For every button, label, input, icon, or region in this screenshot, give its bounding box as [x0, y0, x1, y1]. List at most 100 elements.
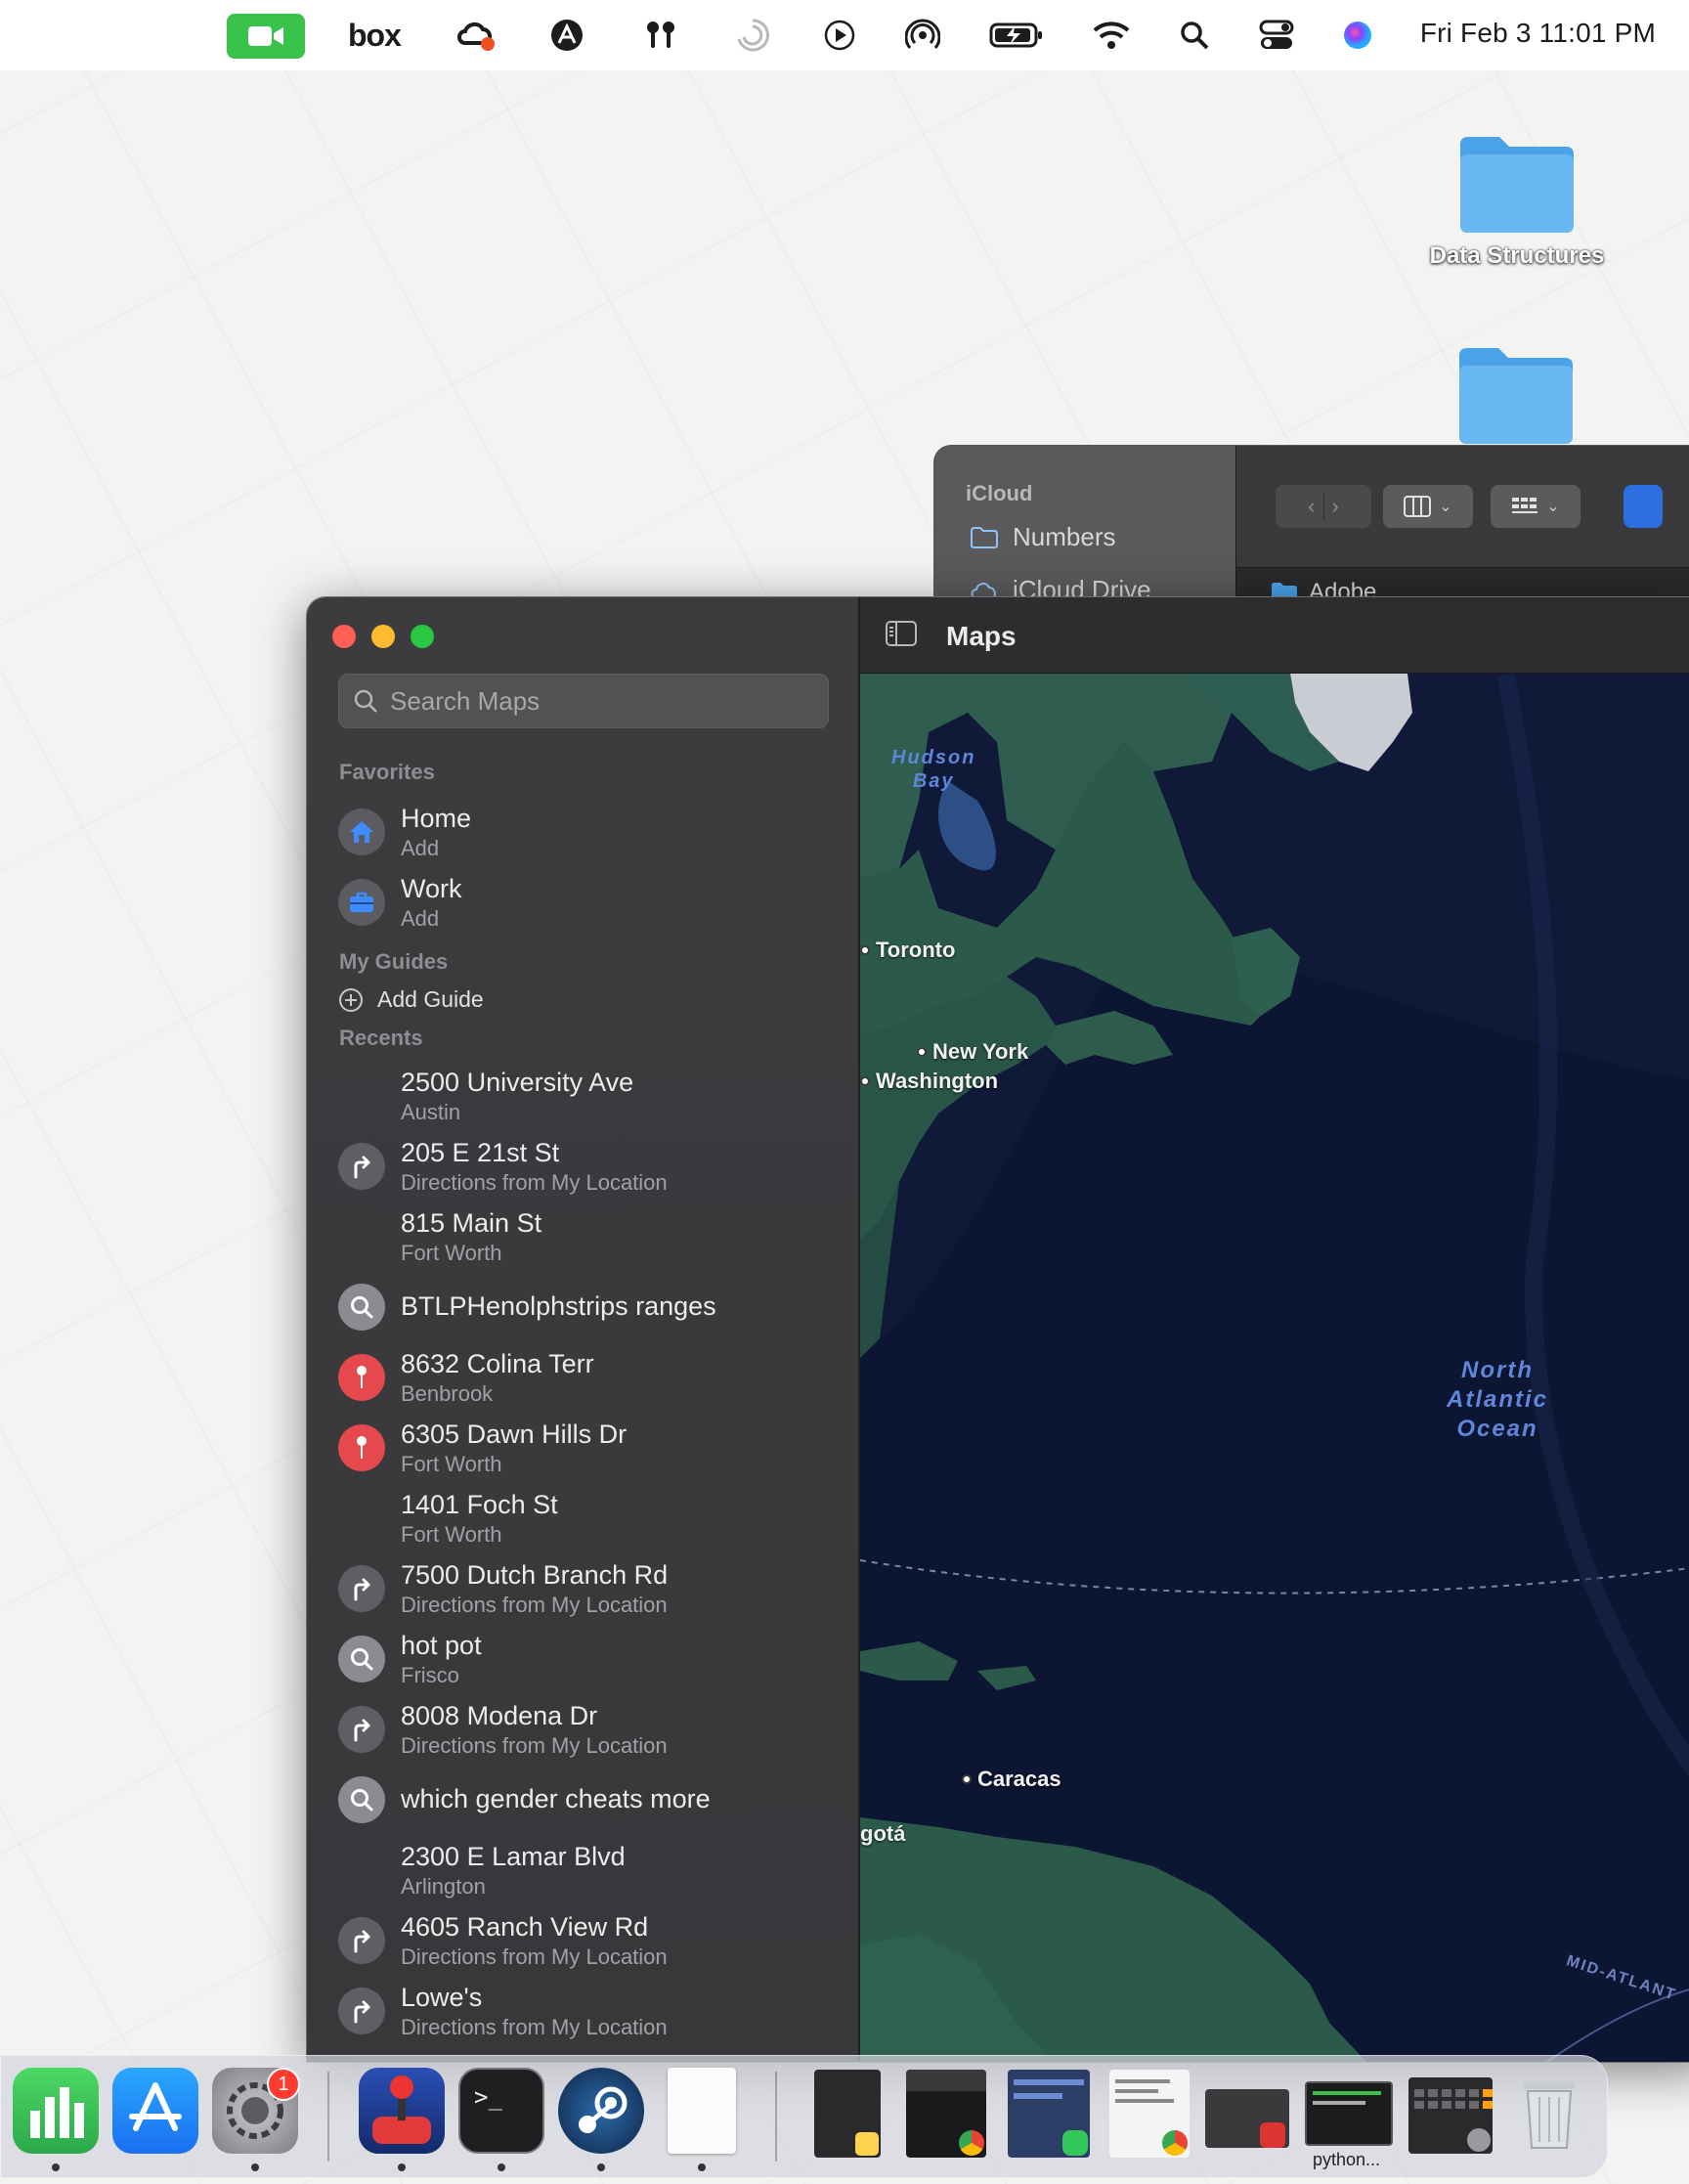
- chrome-icon: [1162, 2130, 1188, 2156]
- search-icon: [354, 689, 377, 713]
- recent-item[interactable]: 1401 Foch St Fort Worth: [307, 1487, 860, 1555]
- facetime-icon[interactable]: [227, 14, 305, 59]
- search-icon: [338, 1284, 385, 1331]
- dock-separator: [775, 2072, 777, 2162]
- columns-icon: [1404, 496, 1432, 517]
- desktop-folder[interactable]: [1408, 342, 1624, 448]
- dock: 1 >_ python...: [0, 2055, 1608, 2178]
- recent-title: 205 E 21st St: [401, 1138, 560, 1167]
- group-button[interactable]: ⌄: [1491, 485, 1581, 528]
- steam-icon[interactable]: [558, 2068, 644, 2154]
- recent-subtitle: Fort Worth: [401, 1241, 502, 1265]
- back-icon[interactable]: ‹: [1308, 494, 1315, 519]
- finder-toolbar-button[interactable]: [1624, 485, 1663, 528]
- recent-item[interactable]: which gender cheats more: [307, 1769, 860, 1837]
- recent-item[interactable]: BTLPHenolphstrips ranges: [307, 1276, 860, 1344]
- chevron-down-icon: ⌄: [1546, 499, 1560, 515]
- recent-item[interactable]: 2500 University Ave Austin: [307, 1065, 860, 1133]
- terminal-icon[interactable]: >_: [458, 2068, 544, 2154]
- directions-icon: [338, 1143, 385, 1190]
- recent-item[interactable]: 7500 Dutch Branch Rd Directions from My L…: [307, 1557, 860, 1626]
- finder-toolbar: ‹ › ⌄ ⌄: [1236, 446, 1689, 568]
- map-city-bogota[interactable]: gotá: [860, 1821, 905, 1847]
- recent-item[interactable]: 8632 Colina Terr Benbrook: [307, 1346, 860, 1415]
- search-field[interactable]: [338, 674, 829, 728]
- play-icon[interactable]: [823, 14, 856, 57]
- creative-cloud-icon[interactable]: [455, 14, 497, 57]
- favorite-work[interactable]: Work Add: [307, 871, 860, 939]
- favorite-subtitle: Add: [401, 836, 440, 860]
- map-city-toronto[interactable]: Toronto: [860, 938, 955, 963]
- map-view[interactable]: Hudson Bay North Atlantic Ocean MID-ATLA…: [860, 674, 1689, 2062]
- recent-title: 2500 University Ave: [401, 1068, 634, 1097]
- search-icon[interactable]: [1179, 14, 1210, 57]
- app-store-icon[interactable]: [112, 2068, 198, 2154]
- recent-item[interactable]: 4605 Ranch View Rd Directions from My Loc…: [307, 1909, 860, 1978]
- airpods-icon[interactable]: [643, 14, 678, 57]
- pin-icon: [338, 1354, 385, 1401]
- desktop-folder-label: Data Structures: [1429, 242, 1605, 269]
- running-indicator: [251, 2163, 259, 2171]
- notes-icon: [855, 2132, 879, 2156]
- close-button[interactable]: [332, 625, 356, 648]
- recent-subtitle: Arlington: [401, 1874, 486, 1899]
- search-input[interactable]: [390, 685, 820, 717]
- map-city-new-york[interactable]: New York: [917, 1039, 1028, 1065]
- recent-item[interactable]: 2300 E Lamar Blvd Arlington: [307, 1839, 860, 1907]
- messages-window[interactable]: [1008, 2070, 1090, 2158]
- document-icon[interactable]: [668, 2068, 736, 2154]
- desktop-folder[interactable]: Data Structures: [1409, 131, 1624, 270]
- chrome-window-2[interactable]: [1109, 2070, 1190, 2158]
- recent-item[interactable]: hot pot Frisco: [307, 1628, 860, 1696]
- forward-icon[interactable]: ›: [1332, 494, 1339, 519]
- recent-title: 6305 Dawn Hills Dr: [401, 1420, 628, 1449]
- python-window[interactable]: [1305, 2081, 1393, 2146]
- favorite-title: Home: [401, 804, 472, 833]
- notes-window[interactable]: [814, 2070, 881, 2158]
- recent-item[interactable]: 815 Main St Fort Worth: [307, 1205, 860, 1274]
- airdrop-icon[interactable]: [905, 14, 940, 57]
- adobe-acrobat-icon[interactable]: [549, 14, 585, 57]
- recent-item[interactable]: 205 E 21st St Directions from My Location: [307, 1135, 860, 1203]
- city-name: Toronto: [876, 938, 956, 962]
- city-name: New York: [932, 1039, 1029, 1064]
- numbers-icon[interactable]: [13, 2068, 99, 2154]
- zoom-button[interactable]: [411, 625, 434, 648]
- recent-title: 1401 Foch St: [401, 1490, 558, 1519]
- recent-item[interactable]: 8008 Modena Dr Directions from My Locatio…: [307, 1698, 860, 1767]
- app-window[interactable]: [1205, 2089, 1289, 2148]
- trash-icon[interactable]: [1510, 2068, 1588, 2154]
- recent-subtitle: Directions from My Location: [401, 1170, 668, 1195]
- add-guide-button[interactable]: Add Guide: [338, 986, 484, 1013]
- minimize-button[interactable]: [371, 625, 395, 648]
- map-label-hudson-bay: Hudson Bay: [891, 747, 976, 792]
- spinner-icon[interactable]: [735, 14, 770, 57]
- finder-section-icloud: iCloud: [966, 481, 1033, 505]
- finder-item-numbers[interactable]: Numbers: [970, 522, 1115, 552]
- chevron-down-icon: ⌄: [1439, 499, 1452, 515]
- recent-title: which gender cheats more: [401, 1784, 711, 1813]
- chrome-window[interactable]: [906, 2070, 986, 2158]
- wifi-icon[interactable]: [1093, 14, 1130, 57]
- control-center-icon[interactable]: [1259, 14, 1294, 57]
- box-icon[interactable]: box: [348, 14, 402, 57]
- favorite-home[interactable]: Home Add: [307, 801, 860, 869]
- running-indicator: [52, 2163, 60, 2171]
- finder-nav-buttons[interactable]: ‹ ›: [1276, 485, 1371, 528]
- recent-subtitle: Directions from My Location: [401, 2015, 668, 2039]
- menu-bar-clock[interactable]: Fri Feb 3 11:01 PM: [1420, 18, 1656, 49]
- recents-header: Recents: [339, 1026, 423, 1050]
- sidebar-toggle-icon[interactable]: [886, 621, 917, 651]
- recent-title: hot pot: [401, 1631, 482, 1660]
- recent-subtitle: Fort Worth: [401, 1522, 502, 1547]
- map-city-washington[interactable]: Washington: [860, 1069, 998, 1094]
- calculator-window[interactable]: [1408, 2077, 1493, 2154]
- map-city-caracas[interactable]: Caracas: [962, 1767, 1061, 1792]
- recent-item[interactable]: Lowe's Directions from My Location: [307, 1980, 860, 2048]
- recent-item[interactable]: 6305 Dawn Hills Dr Fort Worth: [307, 1417, 860, 1485]
- view-columns-button[interactable]: ⌄: [1383, 485, 1473, 528]
- siri-icon[interactable]: [1341, 14, 1374, 57]
- joystick-app-icon[interactable]: [359, 2068, 445, 2154]
- maps-window[interactable]: Favorites Home Add Work Add My Guides Ad…: [306, 596, 1689, 2063]
- battery-icon[interactable]: [989, 14, 1044, 57]
